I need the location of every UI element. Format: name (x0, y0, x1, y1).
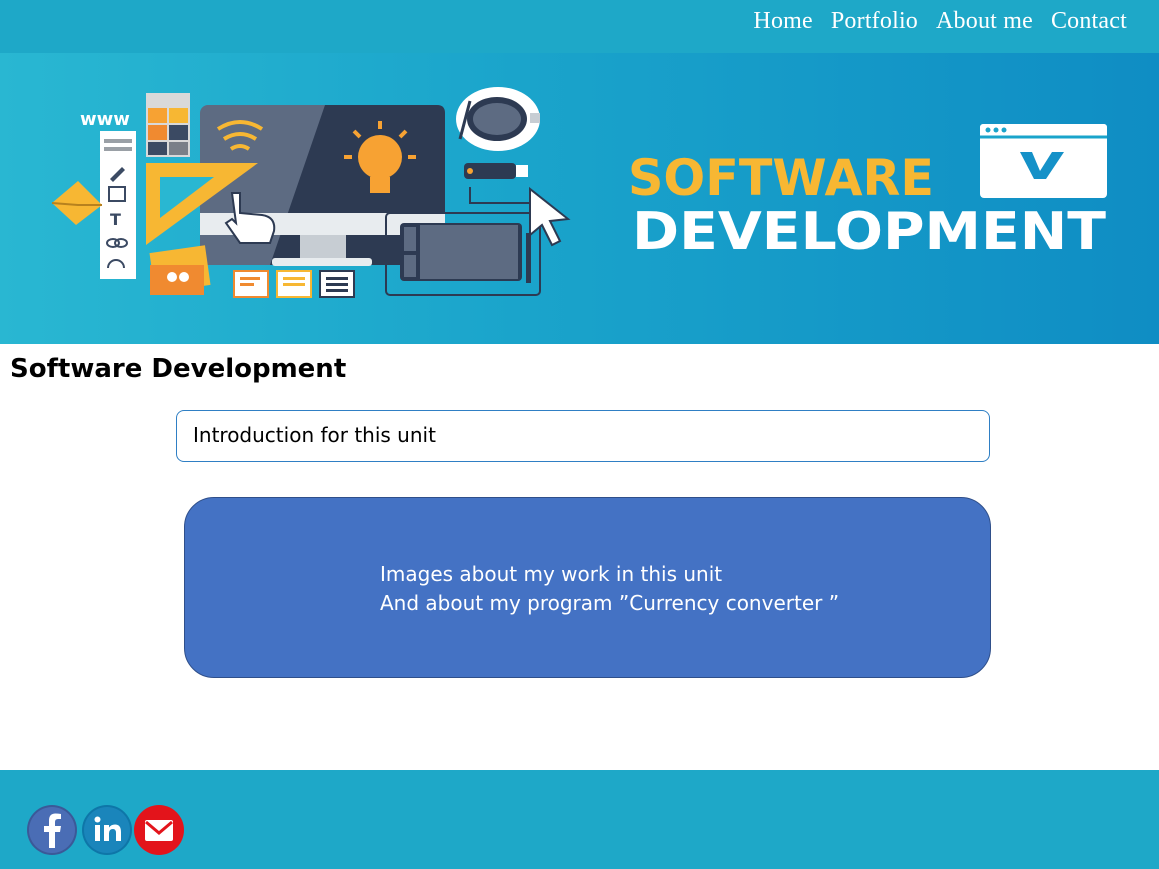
facebook-icon (27, 805, 77, 855)
document-cards-icon (233, 270, 355, 298)
nav-home-link[interactable]: Home (753, 8, 812, 35)
svg-text:T: T (110, 210, 121, 229)
intro-text: Introduction for this unit (193, 423, 436, 447)
nav-portfolio-link[interactable]: Portfolio (831, 8, 918, 35)
nav-about-link[interactable]: About me (936, 8, 1033, 35)
email-icon (134, 805, 184, 855)
banner-title-line1: SOFTWARE (628, 149, 934, 207)
toolbar-icon: T (100, 131, 136, 279)
images-panel: Images about my work in this unit And ab… (184, 497, 991, 678)
email-link[interactable] (133, 804, 185, 856)
linkedin-link[interactable] (81, 804, 133, 856)
arrow-cursor-icon (529, 186, 571, 247)
banner-title-line2: DEVELOPMENT (632, 202, 1107, 262)
coffee-cup-icon (456, 87, 540, 151)
www-label: www (80, 109, 130, 130)
page-title: Software Development (10, 354, 347, 384)
palette-panel-icon (146, 93, 190, 157)
browser-check-icon (980, 124, 1107, 198)
software-development-illustration: www T SOFTWARE DEVELOPMENT (51, 87, 1107, 298)
envelope-icon (51, 181, 102, 225)
graphics-tablet-icon (385, 212, 541, 296)
facebook-link[interactable] (26, 804, 78, 856)
nav-links: Home Portfolio About me Contact (753, 8, 1127, 35)
usb-stick-icon (464, 163, 540, 204)
nav-contact-link[interactable]: Contact (1051, 8, 1127, 35)
footer (0, 770, 1159, 869)
images-panel-line2: And about my program ”Currency converter… (380, 591, 840, 615)
images-panel-text: Images about my work in this unit And ab… (380, 560, 839, 618)
linkedin-icon (82, 805, 132, 855)
images-panel-line1: Images about my work in this unit (380, 562, 723, 586)
photo-card-icon (149, 245, 211, 295)
intro-box: Introduction for this unit (176, 410, 990, 462)
top-nav: Home Portfolio About me Contact (0, 0, 1159, 53)
hero-banner: www T SOFTWARE DEVELOPMENT (0, 53, 1159, 344)
